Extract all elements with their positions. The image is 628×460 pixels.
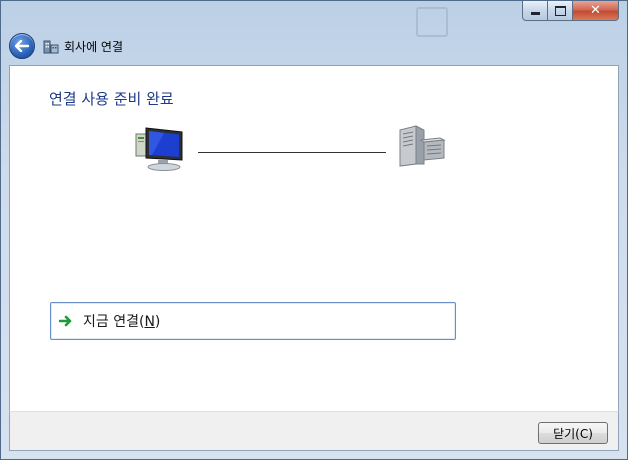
page-heading: 연결 사용 준비 완료 — [49, 90, 174, 108]
close-icon: ✕ — [590, 3, 601, 18]
minimize-button[interactable] — [522, 1, 548, 21]
background-window-blur — [121, 7, 601, 59]
maximize-button[interactable] — [548, 1, 573, 21]
content-panel: 연결 사용 준비 완료 지금 연결(N) — [9, 65, 619, 411]
window-title: 회사에 연결 — [64, 39, 124, 54]
window-close-button[interactable]: ✕ — [573, 1, 619, 21]
computer-icon — [135, 127, 183, 171]
title-bar: 회사에 연결 — [9, 33, 123, 59]
minimize-icon — [530, 12, 540, 15]
dialog-window: ✕ 회사에 연결 연결 사용 준비 완료 지금 연결(N) 닫기(C) — [0, 0, 628, 460]
back-button[interactable] — [9, 33, 35, 59]
connect-now-label: 지금 연결(N) — [83, 314, 161, 330]
server-icon — [399, 125, 446, 167]
caption-buttons: ✕ — [522, 1, 619, 21]
dialog-footer: 닫기(C) — [9, 411, 619, 451]
close-button[interactable]: 닫기(C) — [538, 422, 608, 444]
blurred-icon — [416, 7, 448, 37]
connection-line — [198, 152, 386, 153]
maximize-icon — [554, 5, 566, 16]
connect-now-option[interactable]: 지금 연결(N) — [50, 302, 456, 340]
workplace-network-icon — [43, 40, 59, 54]
green-arrow-icon — [59, 315, 72, 327]
back-arrow-icon — [15, 40, 29, 52]
mnemonic-key: N — [144, 314, 155, 330]
